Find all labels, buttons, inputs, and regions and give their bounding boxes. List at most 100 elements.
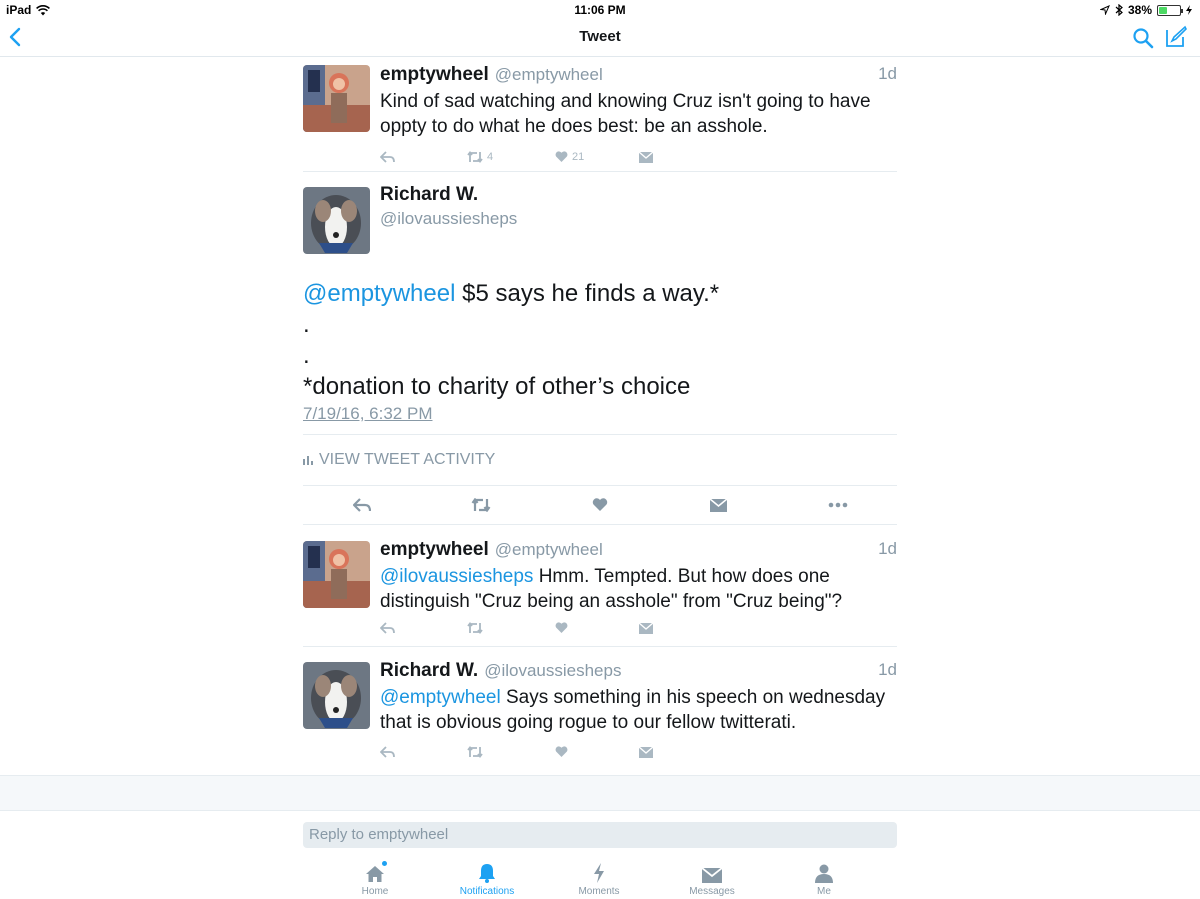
bluetooth-icon xyxy=(1115,4,1123,16)
reply-tweet[interactable]: emptywheel @emptywheel 1d @ilovaussieshe… xyxy=(303,525,897,647)
lightning-icon xyxy=(594,863,604,883)
tab-bar: Home Notifications Moments Messages Me xyxy=(0,855,1200,899)
tweet-date[interactable]: 7/19/16, 6:32 PM xyxy=(303,404,897,434)
tweet-text-line: *donation to charity of other’s choice xyxy=(303,373,691,400)
message-button[interactable] xyxy=(659,498,778,512)
reply-button[interactable] xyxy=(380,746,467,758)
retweet-icon xyxy=(467,622,483,634)
reply-icon xyxy=(380,746,395,758)
avatar[interactable] xyxy=(303,662,370,729)
tweet-text-line: . xyxy=(303,342,310,369)
avatar-image xyxy=(303,662,370,729)
author-handle: @emptywheel xyxy=(494,540,603,559)
avatar-image xyxy=(303,187,370,254)
author-name[interactable]: emptywheel xyxy=(380,64,489,86)
reply-button[interactable] xyxy=(303,498,422,512)
compose-button[interactable] xyxy=(1164,25,1188,49)
tab-notifications[interactable]: Notifications xyxy=(437,861,537,897)
thread-end-separator xyxy=(0,775,1200,811)
tweet-thread: emptywheel @emptywheel 1d Kind of sad wa… xyxy=(303,58,897,767)
author-handle: @emptywheel xyxy=(494,65,603,84)
like-button[interactable] xyxy=(555,622,639,634)
mention-link[interactable]: @emptywheel xyxy=(380,687,501,708)
view-tweet-activity-button[interactable]: VIEW TWEET ACTIVITY xyxy=(303,434,897,486)
tab-home[interactable]: Home xyxy=(325,861,425,897)
tweet-actions: 4 21 xyxy=(380,145,897,169)
page-title: Tweet xyxy=(579,28,621,45)
avatar[interactable] xyxy=(303,65,370,132)
retweet-button[interactable] xyxy=(422,498,541,512)
author-name[interactable]: Richard W. xyxy=(380,660,478,682)
tab-label: Moments xyxy=(578,886,620,897)
tweet-text: @emptywheel Says something in his speech… xyxy=(380,685,897,735)
tab-label: Me xyxy=(817,886,831,897)
bell-icon xyxy=(479,864,495,883)
search-icon xyxy=(1133,28,1154,49)
tab-label: Home xyxy=(361,886,389,897)
tab-me[interactable]: Me xyxy=(774,861,874,897)
reply-icon xyxy=(353,498,372,512)
author-name[interactable]: emptywheel xyxy=(380,539,489,561)
author-name[interactable]: Richard W. xyxy=(380,184,517,206)
activity-label: VIEW TWEET ACTIVITY xyxy=(319,451,496,468)
reply-icon xyxy=(380,151,395,163)
navigation-bar: Tweet xyxy=(0,20,1200,57)
context-tweet[interactable]: emptywheel @emptywheel 1d Kind of sad wa… xyxy=(303,58,897,172)
retweet-button[interactable] xyxy=(467,746,555,758)
message-button[interactable] xyxy=(639,746,653,758)
heart-icon xyxy=(555,622,568,633)
more-icon xyxy=(828,502,847,508)
reply-tweet[interactable]: Richard W. @ilovaussiesheps 1d @emptywhe… xyxy=(303,647,897,767)
tweet-text-line: . xyxy=(303,311,310,338)
envelope-icon xyxy=(710,498,728,512)
reply-button[interactable] xyxy=(380,151,467,163)
retweet-count: 4 xyxy=(487,151,494,163)
reply-button[interactable] xyxy=(380,622,467,634)
tweet-actions xyxy=(380,616,897,640)
person-icon xyxy=(815,864,833,883)
reply-icon xyxy=(380,622,395,634)
avatar[interactable] xyxy=(303,541,370,608)
home-icon xyxy=(366,866,384,882)
bar-chart-icon xyxy=(303,456,313,465)
mention-link[interactable]: @ilovaussiesheps xyxy=(380,566,533,587)
envelope-icon xyxy=(639,622,653,634)
avatar-image xyxy=(303,65,370,132)
mention-link[interactable]: @emptywheel xyxy=(303,280,455,307)
tweet-timestamp: 1d xyxy=(878,539,897,558)
retweet-icon xyxy=(467,746,483,758)
retweet-button[interactable] xyxy=(467,622,555,634)
tab-messages[interactable]: Messages xyxy=(662,861,762,897)
retweet-button[interactable]: 4 xyxy=(467,151,555,163)
avatar[interactable] xyxy=(303,187,370,254)
retweet-icon xyxy=(467,151,483,163)
search-button[interactable] xyxy=(1131,26,1155,50)
message-button[interactable] xyxy=(639,151,653,163)
like-button[interactable] xyxy=(541,498,660,512)
author-handle: @ilovaussiesheps xyxy=(484,661,622,680)
tweet-text: @emptywheel $5 says he finds a way.* . .… xyxy=(303,278,897,402)
status-bar: iPad 11:06 PM 38% xyxy=(0,0,1200,20)
author-handle[interactable]: @ilovaussiesheps xyxy=(380,209,517,229)
tweet-text-line: $5 says he finds a way.* xyxy=(455,280,720,307)
message-button[interactable] xyxy=(639,622,653,634)
battery-icon xyxy=(1157,4,1183,16)
reply-input[interactable]: Reply to emptywheel xyxy=(303,822,897,848)
heart-icon xyxy=(592,498,608,511)
tweet-text: Kind of sad watching and knowing Cruz is… xyxy=(380,91,871,137)
battery-level-fill xyxy=(1159,6,1167,14)
battery-percent: 38% xyxy=(1127,3,1152,17)
location-icon xyxy=(1099,5,1110,15)
tab-label: Notifications xyxy=(459,886,515,897)
like-count: 21 xyxy=(572,151,585,163)
like-button[interactable]: 21 xyxy=(555,151,639,163)
more-button[interactable] xyxy=(778,502,897,508)
like-button[interactable] xyxy=(555,746,639,758)
tab-moments[interactable]: Moments xyxy=(549,861,649,897)
tweet-timestamp: 1d xyxy=(878,64,897,83)
avatar-image xyxy=(303,541,370,608)
charging-icon xyxy=(1186,5,1192,15)
envelope-icon xyxy=(639,151,653,163)
tweet-timestamp: 1d xyxy=(878,660,897,679)
tab-label: Messages xyxy=(689,886,735,897)
